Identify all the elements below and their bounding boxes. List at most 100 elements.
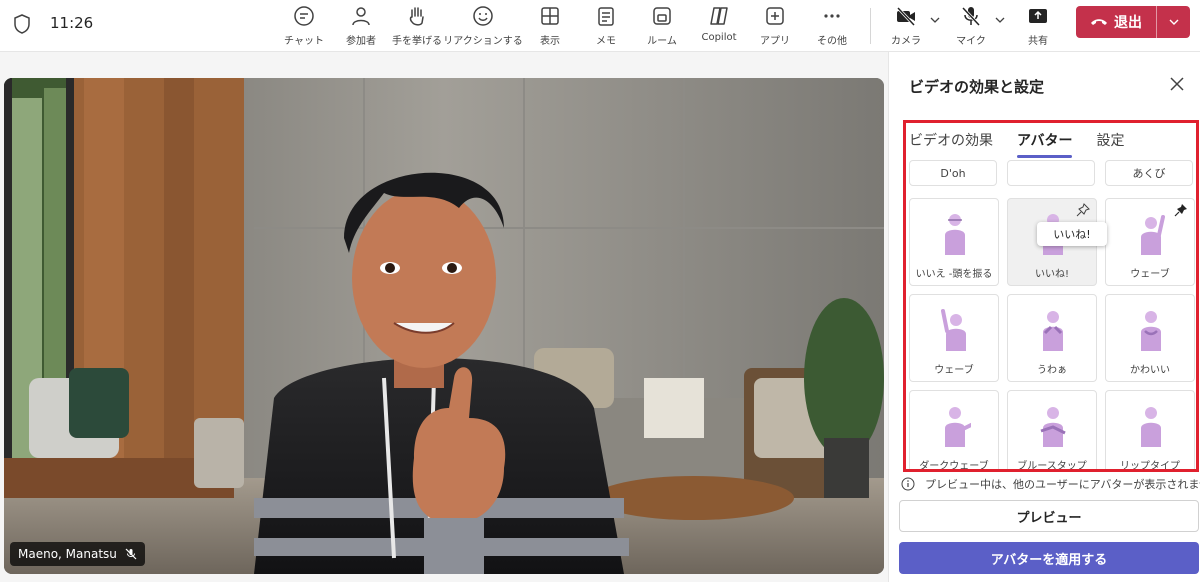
chat-label: チャット	[284, 36, 324, 47]
reaction-tile-dark-wave[interactable]: ダークウェーブ	[909, 390, 999, 469]
panel-title: ビデオの効果と設定	[909, 78, 1045, 96]
mic-label: マイク	[956, 36, 986, 47]
reaction-label: かわいい	[1130, 365, 1170, 376]
notes-icon	[598, 7, 614, 26]
reaction-label: いいえ -頭を振る	[915, 269, 993, 280]
react-label: リアクションする	[443, 36, 523, 47]
mic-button[interactable]: マイク	[953, 4, 989, 48]
mic-options-chevron-icon[interactable]	[994, 14, 1006, 26]
camera-label: カメラ	[891, 36, 921, 47]
reaction-label: いいね!	[1034, 269, 1069, 280]
raise-hand-button[interactable]: 手を挙げる	[391, 4, 443, 48]
info-icon	[901, 477, 915, 491]
reaction-hidden[interactable]	[1007, 160, 1095, 186]
more-icon	[824, 14, 840, 18]
meeting-toolbar: 11:26 チャット 参加者 手を挙げる リアクションする 表示 メモ ルーム …	[0, 0, 1200, 52]
reaction-tile-wave[interactable]: ウェーブ	[1105, 198, 1195, 286]
meeting-timer: 11:26	[50, 14, 94, 32]
close-icon[interactable]	[1169, 76, 1185, 92]
tab-settings[interactable]: 設定	[1096, 130, 1124, 158]
reaction-tile-cute[interactable]: かわいい	[1105, 294, 1195, 382]
smile-icon	[473, 6, 493, 26]
camera-off-icon	[896, 6, 916, 27]
apps-button[interactable]: アプリ	[757, 4, 793, 48]
panel-tabs: ビデオの効果 アバター 設定	[909, 130, 1124, 158]
leave-button[interactable]: 退出	[1076, 6, 1156, 38]
avatar-figure-icon	[941, 309, 966, 351]
reaction-tile-wow[interactable]: うわぁ	[1007, 294, 1097, 382]
shield-icon	[14, 14, 30, 34]
mic-off-icon	[961, 6, 981, 27]
react-button[interactable]: リアクションする	[443, 4, 523, 48]
reaction-row-partial: D'oh あくび	[907, 160, 1197, 186]
add-apps-icon	[766, 7, 784, 25]
apply-avatar-button[interactable]: アバターを適用する	[899, 542, 1199, 574]
hang-up-icon	[1091, 19, 1107, 25]
tooltip: いいね!	[1037, 222, 1107, 246]
leave-label: 退出	[1114, 15, 1142, 31]
avatar-reaction-grid: D'oh あくび いいえ -頭を振る いいね! ウェーブ ウェーブ うわぁ かわ…	[907, 160, 1197, 469]
notes-button[interactable]: メモ	[588, 4, 624, 48]
view-label: 表示	[540, 36, 560, 47]
share-button[interactable]: 共有	[1020, 4, 1056, 48]
reaction-label: うわぁ	[1037, 365, 1067, 376]
avatar-room-scene	[4, 78, 884, 574]
reaction-tile-lip-type[interactable]: リップタイプ	[1105, 390, 1195, 469]
raise-hand-icon	[409, 7, 424, 26]
rooms-label: ルーム	[647, 36, 677, 47]
avatar-figure-icon	[1141, 407, 1161, 447]
participant-name-tag: Maeno, Manatsu	[10, 542, 145, 566]
avatar-figure-icon	[1141, 311, 1161, 351]
preview-note-text: プレビュー中は、他のユーザーにアバターが表示されません。	[925, 478, 1200, 491]
rooms-icon	[653, 7, 671, 25]
reaction-label: ウェーブ	[934, 365, 974, 376]
video-effects-panel: ビデオの効果と設定 ビデオの効果 アバター 設定 D'oh あくび いいえ -頭…	[888, 52, 1200, 582]
avatar-figure-icon	[945, 214, 965, 255]
reaction-label: ブルースタップ	[1017, 461, 1087, 469]
pin-filled-icon[interactable]	[1174, 203, 1188, 217]
tab-video-effects[interactable]: ビデオの効果	[909, 130, 993, 158]
participant-name: Maeno, Manatsu	[18, 547, 117, 561]
avatar-figure-icon	[945, 407, 971, 447]
avatar-figure-icon	[1043, 311, 1063, 351]
rooms-button[interactable]: ルーム	[642, 4, 682, 48]
preview-button[interactable]: プレビュー	[899, 500, 1199, 532]
copilot-button[interactable]: Copilot	[697, 4, 741, 48]
chevron-down-icon	[1169, 19, 1178, 25]
camera-button[interactable]: カメラ	[888, 4, 924, 48]
avatar-figure-icon	[1040, 407, 1066, 447]
toolbar-divider	[870, 8, 871, 44]
reaction-doh[interactable]: D'oh	[909, 160, 997, 186]
chat-button[interactable]: チャット	[283, 4, 325, 48]
reaction-label: リップタイプ	[1120, 461, 1180, 469]
reaction-tile-wave-2[interactable]: ウェーブ	[909, 294, 999, 382]
grid-view-icon	[541, 7, 559, 25]
raise-hand-label: 手を挙げる	[392, 36, 442, 47]
reaction-tile-no[interactable]: いいえ -頭を振る	[909, 198, 999, 286]
avatar-figure-icon	[1141, 215, 1165, 255]
view-button[interactable]: 表示	[530, 4, 570, 48]
pin-outline-icon[interactable]	[1076, 203, 1090, 217]
more-label: その他	[817, 36, 847, 47]
leave-options-button[interactable]	[1157, 6, 1190, 38]
chat-icon	[294, 6, 314, 26]
participants-button[interactable]: 参加者	[340, 4, 382, 48]
participants-label: 参加者	[346, 36, 376, 47]
camera-options-chevron-icon[interactable]	[929, 14, 941, 26]
more-button[interactable]: その他	[813, 4, 851, 48]
copilot-icon	[710, 7, 728, 25]
tab-avatar[interactable]: アバター	[1017, 130, 1073, 158]
reaction-tile-blues-tap[interactable]: ブルースタップ	[1007, 390, 1097, 469]
people-icon	[352, 7, 370, 26]
participant-video: Maeno, Manatsu	[4, 78, 884, 574]
mic-off-icon	[125, 548, 137, 560]
reaction-label: ウェーブ	[1130, 269, 1170, 280]
share-label: 共有	[1028, 36, 1048, 47]
leave-button-group: 退出	[1076, 6, 1190, 38]
reaction-label: ダークウェーブ	[919, 461, 989, 469]
apps-label: アプリ	[760, 36, 790, 47]
reaction-yawn[interactable]: あくび	[1105, 160, 1193, 186]
share-icon	[1029, 9, 1047, 23]
notes-label: メモ	[596, 36, 616, 47]
copilot-label: Copilot	[701, 32, 737, 43]
